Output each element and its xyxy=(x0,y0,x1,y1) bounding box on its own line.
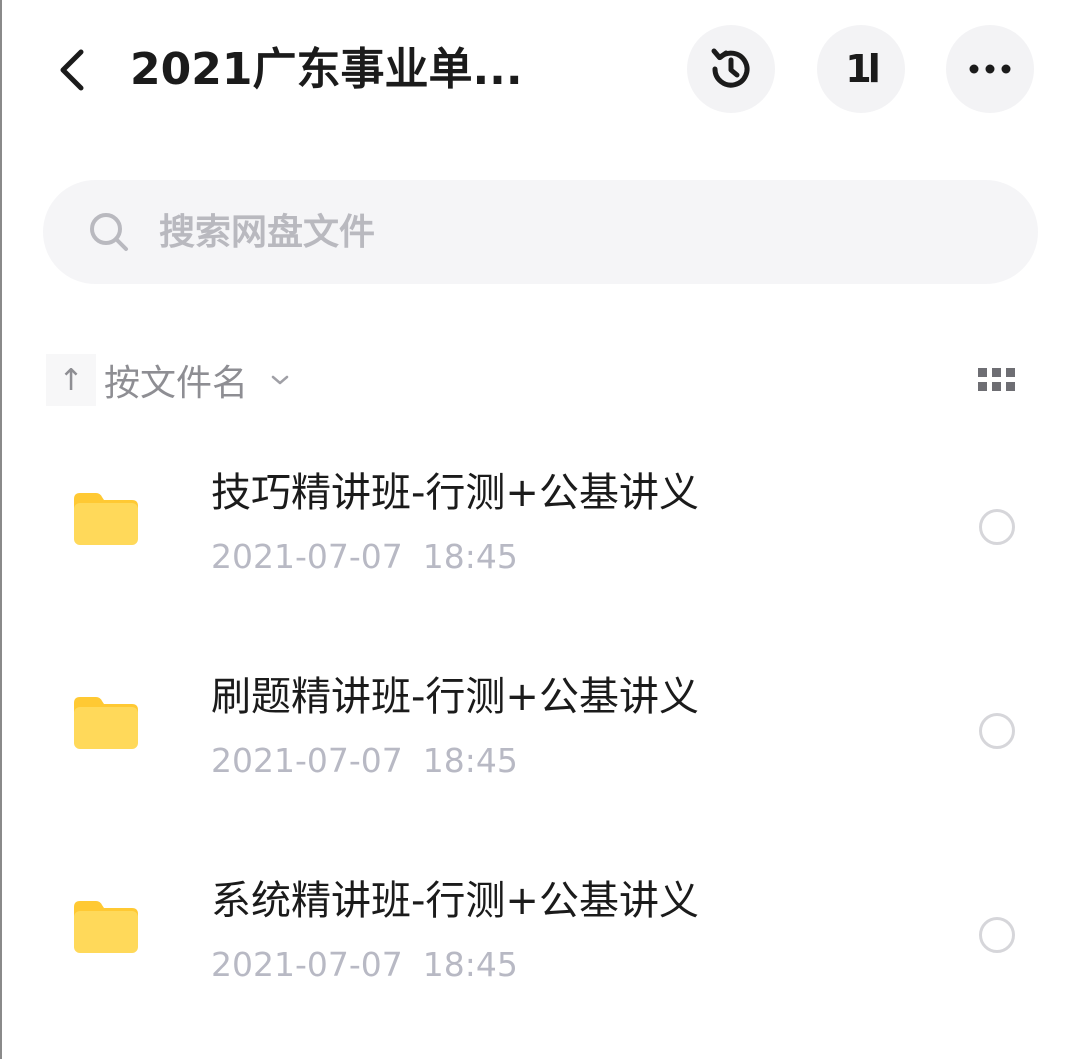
file-date: 2021-07-07 xyxy=(211,945,403,984)
file-timestamp: 2021-07-07 18:45 xyxy=(211,739,518,783)
file-name: 刷题精讲班-行测+公基讲义 xyxy=(211,674,699,720)
sort-order-icon: 1l xyxy=(845,47,881,91)
file-time: 18:45 xyxy=(422,945,518,984)
list-item[interactable]: 技巧精讲班-行测+公基讲义 2021-07-07 18:45 xyxy=(0,437,1080,617)
sort-direction-icon: ↑ xyxy=(46,354,96,406)
select-radio[interactable] xyxy=(979,917,1015,953)
history-icon xyxy=(711,48,750,88)
chevron-down-icon xyxy=(270,374,290,386)
folder-icon xyxy=(74,901,138,953)
file-time: 18:45 xyxy=(422,741,518,780)
file-time: 18:45 xyxy=(422,537,518,576)
page-title: 2021广东事业单... xyxy=(130,44,523,95)
file-timestamp: 2021-07-07 18:45 xyxy=(211,943,518,987)
search-input[interactable] xyxy=(157,210,921,254)
file-name: 系统精讲班-行测+公基讲义 xyxy=(211,878,699,924)
search-bar[interactable] xyxy=(43,180,1038,284)
sort-order-button[interactable]: 1l xyxy=(817,25,905,113)
file-date: 2021-07-07 xyxy=(211,741,403,780)
grid-view-toggle[interactable] xyxy=(974,362,1020,398)
more-button[interactable] xyxy=(946,25,1034,113)
select-radio[interactable] xyxy=(979,713,1015,749)
file-name: 技巧精讲班-行测+公基讲义 xyxy=(211,470,699,516)
back-button[interactable] xyxy=(48,44,96,96)
list-item[interactable]: 系统精讲班-行测+公基讲义 2021-07-07 18:45 xyxy=(0,845,1080,1025)
more-horizontal-icon xyxy=(969,64,1011,74)
folder-icon xyxy=(74,493,138,545)
sort-by-name-dropdown[interactable]: ↑ 按文件名 xyxy=(46,352,290,408)
file-date: 2021-07-07 xyxy=(211,537,403,576)
folder-icon xyxy=(74,697,138,749)
sort-label: 按文件名 xyxy=(104,363,249,404)
grid-view-icon xyxy=(978,368,1015,391)
chevron-left-icon xyxy=(60,49,84,91)
history-button[interactable] xyxy=(687,25,775,113)
file-timestamp: 2021-07-07 18:45 xyxy=(211,535,518,579)
select-radio[interactable] xyxy=(979,509,1015,545)
list-item[interactable]: 刷题精讲班-行测+公基讲义 2021-07-07 18:45 xyxy=(0,641,1080,821)
search-icon xyxy=(87,210,131,254)
